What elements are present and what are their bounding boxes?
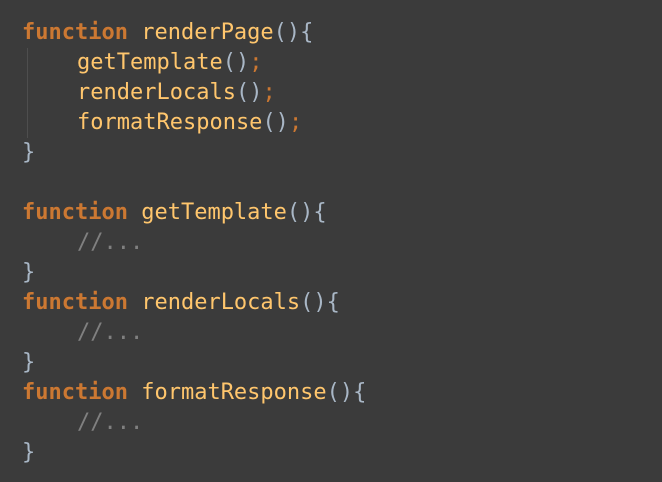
- code-line-1: function renderPage(){: [22, 18, 662, 48]
- code-line-9: }: [22, 258, 662, 288]
- comment: //...: [77, 320, 144, 345]
- function-call: renderLocals: [77, 80, 236, 105]
- code-line-11: //...: [22, 318, 662, 348]
- code-line-12: }: [22, 348, 662, 378]
- keyword: function: [22, 20, 128, 45]
- close-brace: }: [22, 140, 36, 165]
- open-brace: {: [353, 380, 367, 405]
- close-brace: }: [22, 440, 36, 465]
- close-brace: }: [22, 350, 36, 375]
- keyword: function: [22, 380, 128, 405]
- indent-guide: [27, 48, 28, 78]
- open-brace: {: [313, 200, 327, 225]
- open-brace: {: [300, 20, 314, 45]
- code-line-8: //...: [22, 228, 662, 258]
- function-name: getTemplate: [141, 200, 287, 225]
- parentheses: (): [286, 200, 314, 225]
- code-line-15: }: [22, 438, 662, 468]
- function-name: renderLocals: [141, 290, 301, 315]
- semicolon: ;: [249, 50, 263, 75]
- code-line-3: renderLocals();: [22, 78, 662, 108]
- code-line-4: formatResponse();: [22, 108, 662, 138]
- comment: //...: [77, 230, 144, 255]
- code-line-6-empty: [22, 168, 662, 198]
- open-brace: {: [326, 290, 340, 315]
- parentheses: (): [326, 380, 354, 405]
- parentheses: (): [300, 290, 327, 315]
- close-brace: }: [22, 260, 36, 285]
- function-name: renderPage: [141, 20, 274, 45]
- indent-guide: [27, 78, 28, 108]
- parentheses: (): [235, 80, 263, 105]
- function-call: getTemplate: [77, 50, 223, 75]
- indent: [22, 48, 77, 78]
- comment: //...: [77, 410, 144, 435]
- indent-guide: [27, 108, 28, 138]
- keyword: function: [22, 200, 128, 225]
- function-name: formatResponse: [141, 380, 327, 405]
- code-line-5: }: [22, 138, 662, 168]
- function-call: formatResponse: [77, 110, 263, 135]
- indent: [22, 108, 77, 138]
- parentheses: (): [262, 110, 289, 135]
- parentheses: (): [222, 50, 250, 75]
- code-line-10: function renderLocals(){: [22, 288, 662, 318]
- keyword: function: [22, 290, 128, 315]
- semicolon: ;: [262, 80, 276, 105]
- code-line-14: //...: [22, 408, 662, 438]
- semicolon: ;: [288, 110, 303, 135]
- parentheses: (): [273, 20, 301, 45]
- indent: [22, 78, 77, 108]
- code-line-13: function formatResponse(){: [22, 378, 662, 408]
- code-line-2: getTemplate();: [22, 48, 662, 78]
- code-editor[interactable]: function renderPage(){ getTemplate(); re…: [0, 0, 662, 482]
- code-line-7: function getTemplate(){: [22, 198, 662, 228]
